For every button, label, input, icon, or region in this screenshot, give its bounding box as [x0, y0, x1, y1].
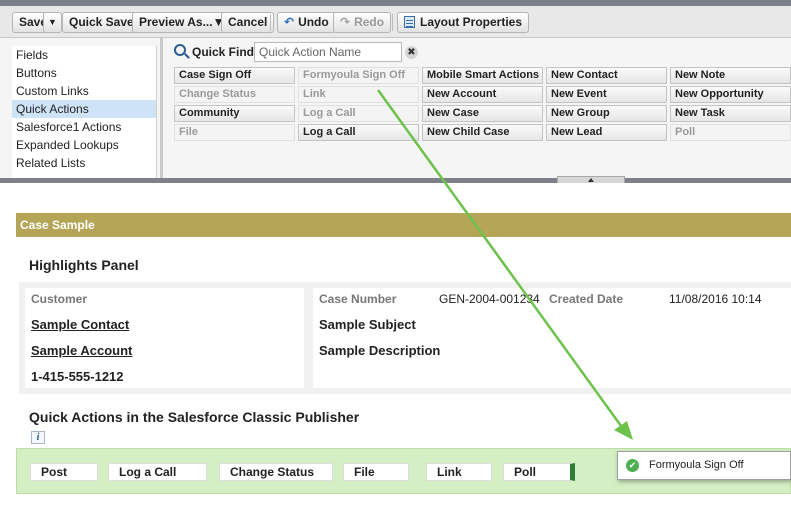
publisher-action[interactable]: Log a Call [108, 463, 207, 481]
palette-quick-action[interactable]: New Child Case [422, 124, 543, 141]
check-icon: ✔ [626, 459, 639, 472]
collapse-palette-handle[interactable] [557, 176, 625, 183]
quick-find-input[interactable] [254, 42, 402, 62]
publisher-action[interactable]: File [343, 463, 409, 481]
toolbar-divider [270, 14, 271, 31]
palette-category-item[interactable]: Expanded Lookups [12, 136, 156, 154]
palette-category-item[interactable]: Buttons [12, 64, 156, 82]
created-date-label: Created Date [549, 292, 624, 306]
created-date-value: 11/08/2016 10:14 [669, 292, 762, 306]
palette-quick-action[interactable]: New Case [422, 105, 543, 122]
palette-quick-action[interactable]: New Group [546, 105, 667, 122]
redo-icon: ↷ [340, 15, 351, 29]
quick-find-label: Quick Find [192, 45, 255, 59]
publisher-action[interactable]: Link [426, 463, 492, 481]
publisher-action[interactable]: Change Status [219, 463, 333, 481]
subject-value: Sample Subject [319, 317, 416, 332]
phone-value: 1-415-555-1212 [31, 369, 124, 384]
undo-icon: ↶ [284, 15, 295, 29]
palette-quick-action[interactable]: New Lead [546, 124, 667, 141]
redo-button[interactable]: ↷ Redo [333, 12, 392, 33]
case-number-value: GEN-2004-001234 [439, 292, 540, 306]
customer-label: Customer [31, 292, 88, 306]
quick-save-button[interactable]: Quick Save [62, 12, 141, 33]
palette-quick-action[interactable]: New Task [670, 105, 791, 122]
palette-category-item[interactable]: Salesforce1 Actions [12, 118, 156, 136]
layout-editor-toolbar: Save ▼ Quick Save Preview As...▼ Cancel … [0, 0, 791, 38]
publisher-section-title: Quick Actions in the Salesforce Classic … [29, 409, 360, 425]
toolbar-divider [392, 14, 393, 31]
contact-link[interactable]: Sample Contact [31, 317, 129, 332]
search-icon [174, 44, 186, 56]
undo-label: Undo [298, 15, 329, 29]
layout-properties-button[interactable]: Layout Properties [397, 12, 530, 33]
clear-search-icon[interactable]: ✖ [405, 46, 418, 59]
palette-splitter[interactable] [160, 38, 163, 178]
palette-quick-action[interactable]: New Account [422, 86, 543, 103]
palette-quick-action[interactable]: New Contact [546, 67, 667, 84]
save-menu-button[interactable]: ▼ [43, 12, 62, 33]
undo-button[interactable]: ↶ Undo [277, 12, 336, 33]
highlights-panel-left[interactable]: Customer Sample Contact Sample Account 1… [25, 288, 304, 388]
palette-quick-action[interactable]: New Note [670, 67, 791, 84]
info-icon[interactable]: i [31, 431, 45, 444]
palette-quick-action[interactable]: Link [298, 86, 419, 103]
palette-quick-action[interactable]: New Event [546, 86, 667, 103]
palette-category-item[interactable]: Related Lists [12, 154, 156, 172]
palette-category-item[interactable]: Quick Actions [12, 100, 156, 118]
palette-quick-action[interactable]: Poll [670, 124, 791, 141]
section-header[interactable]: Case Sample [16, 213, 791, 237]
palette-quick-action[interactable]: Mobile Smart Actions [422, 67, 543, 84]
case-number-label: Case Number [319, 292, 397, 306]
palette-quick-action[interactable]: Community [174, 105, 295, 122]
account-link[interactable]: Sample Account [31, 343, 132, 358]
palette-category-item[interactable]: Custom Links [12, 82, 156, 100]
palette-category-list: Fields Buttons Custom Links Quick Actions Sa… [12, 46, 157, 178]
layout-properties-label: Layout Properties [420, 15, 523, 29]
palette-quick-action[interactable]: Case Sign Off [174, 67, 295, 84]
layout-properties-icon [404, 16, 415, 28]
dragged-action-tooltip: ✔ Formyoula Sign Off [617, 451, 791, 480]
preview-as-button[interactable]: Preview As...▼ [132, 12, 232, 33]
highlights-panel-right[interactable]: Case Number GEN-2004-001234 Created Date… [313, 288, 791, 388]
redo-label: Redo [354, 15, 385, 29]
palette-quick-action[interactable]: Change Status [174, 86, 295, 103]
description-value: Sample Description [319, 343, 441, 358]
palette-quick-action[interactable]: File [174, 124, 295, 141]
dragged-action-label: Formyoula Sign Off [649, 459, 744, 471]
palette-quick-action[interactable]: Formyoula Sign Off [298, 67, 419, 84]
palette-quick-action[interactable]: New Opportunity [670, 86, 791, 103]
highlights-panel-title: Highlights Panel [29, 257, 139, 273]
cancel-button[interactable]: Cancel [221, 12, 275, 33]
palette-category-item[interactable]: Fields [12, 46, 156, 64]
element-palette: Fields Buttons Custom Links Quick Actions Sa… [0, 38, 791, 183]
palette-quick-action[interactable]: Log a Call [298, 105, 419, 122]
publisher-action[interactable]: Poll [503, 463, 575, 481]
palette-quick-action[interactable]: Log a Call [298, 124, 419, 141]
publisher-action[interactable]: Post [30, 463, 98, 481]
